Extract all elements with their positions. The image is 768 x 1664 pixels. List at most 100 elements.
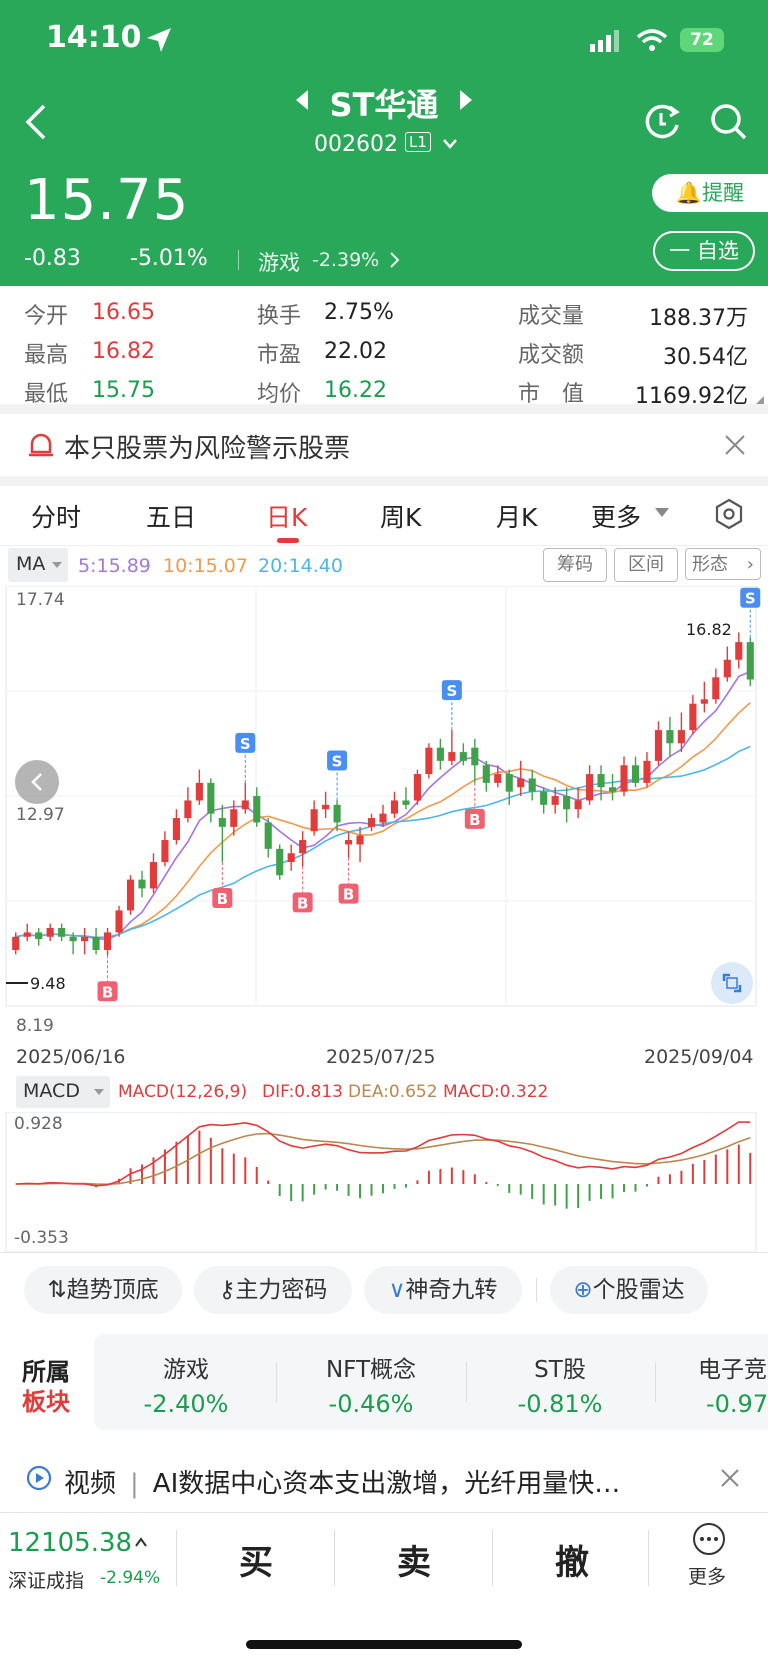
- candle-body: [666, 730, 674, 744]
- candle-body: [172, 818, 180, 841]
- scroll-left-button[interactable]: [15, 760, 59, 804]
- next-stock-icon[interactable]: [458, 90, 472, 110]
- key-icon: ⚷: [218, 1277, 236, 1303]
- cancel-order-button[interactable]: 撤: [512, 1535, 632, 1584]
- battery-indicator: 72: [680, 28, 724, 52]
- macd-selector[interactable]: MACD: [16, 1076, 110, 1108]
- close-icon[interactable]: [724, 434, 746, 456]
- candle-body: [287, 853, 295, 863]
- macd-value: MACD:0.322: [443, 1082, 549, 1102]
- candle-body: [482, 765, 490, 783]
- pe-label: 市盈: [257, 343, 302, 368]
- chips-button[interactable]: 筹码: [543, 548, 607, 582]
- alert-button[interactable]: 🔔提醒: [652, 174, 768, 212]
- tab-intraday[interactable]: 分时: [31, 498, 81, 534]
- sector-item-pct[interactable]: -2.40%: [126, 1390, 246, 1418]
- pe-value: 22.02: [324, 339, 387, 364]
- more-icon[interactable]: [692, 1522, 726, 1556]
- refresh-icon[interactable]: [644, 103, 682, 141]
- tab-daily-k[interactable]: 日K: [266, 498, 307, 534]
- tab-monthly-k[interactable]: 月K: [496, 498, 537, 534]
- turnover-label: 换手: [257, 304, 302, 329]
- candle-body: [551, 796, 559, 805]
- location-arrow-icon: [147, 28, 171, 52]
- candle-body: [367, 818, 376, 827]
- sector-item-pct[interactable]: -0.46%: [306, 1390, 436, 1418]
- price-change-pct: -5.01%: [130, 246, 208, 271]
- macd-y-max: 0.928: [14, 1114, 63, 1134]
- sector-item-pct[interactable]: -0.81%: [500, 1390, 620, 1418]
- caret-up-icon[interactable]: [134, 1536, 148, 1548]
- candle-body: [517, 778, 525, 788]
- header-sector-name[interactable]: 游戏: [258, 247, 300, 277]
- buy-button[interactable]: 买: [196, 1535, 316, 1584]
- trend-top-bottom-button[interactable]: ⇅趋势顶底: [24, 1266, 182, 1314]
- low-value: 15.75: [92, 378, 155, 403]
- candle-body: [746, 642, 754, 680]
- search-icon[interactable]: [710, 103, 748, 141]
- tool-label: 趋势顶底: [66, 1277, 159, 1303]
- main-force-code-button[interactable]: ⚷主力密码: [194, 1266, 352, 1314]
- tab-weekly-k[interactable]: 周K: [380, 498, 421, 534]
- trade-marker-label: S: [332, 752, 343, 770]
- candle-body: [390, 800, 399, 814]
- news-tag: 视频: [64, 1469, 117, 1499]
- candle-body: [654, 730, 663, 761]
- candle-body: [448, 752, 456, 761]
- home-indicator: [246, 1640, 522, 1649]
- chevron-right-icon[interactable]: [389, 251, 401, 269]
- header-sector-pct[interactable]: -2.39%: [312, 249, 379, 271]
- macd-chart[interactable]: [0, 1112, 768, 1254]
- candle-body: [138, 879, 146, 889]
- high-annotation: 16.82: [686, 620, 732, 639]
- kline-chart[interactable]: B B B B B S S S S: [0, 586, 768, 1038]
- candle-body: [161, 840, 169, 863]
- caret-down-icon: [52, 562, 62, 568]
- candle-body: [735, 642, 743, 660]
- watchlist-button[interactable]: 一 自选: [653, 231, 755, 271]
- news-ticker[interactable]: 视频 | AI数据中心资本支出激增，光纤用量快…: [64, 1463, 620, 1500]
- candle-body: [253, 796, 261, 823]
- low-marker-line: [6, 982, 28, 984]
- sector-item-name[interactable]: 游戏: [126, 1350, 246, 1384]
- trade-marker-label: B: [297, 894, 308, 912]
- y-tick-max: 17.74: [16, 590, 65, 610]
- index-name: 深证成指: [8, 1570, 85, 1592]
- tool-label: 神奇九转: [405, 1277, 498, 1303]
- candle-body: [402, 800, 410, 805]
- divider: [466, 1362, 467, 1402]
- tab-more[interactable]: 更多: [591, 498, 641, 534]
- stock-radar-button[interactable]: ⊕个股雷达: [550, 1266, 708, 1314]
- sell-button[interactable]: 卖: [354, 1535, 474, 1584]
- sector-item-name[interactable]: 电子竞: [698, 1350, 768, 1384]
- video-play-icon: [26, 1465, 52, 1491]
- close-icon[interactable]: [720, 1468, 740, 1488]
- range-button[interactable]: 区间: [614, 548, 678, 582]
- chevron-down-icon[interactable]: [442, 138, 458, 150]
- pattern-button[interactable]: 形态 ›: [685, 548, 761, 580]
- ma-selector[interactable]: MA: [8, 548, 68, 582]
- sector-title-2: 板块: [22, 1388, 70, 1416]
- high-label: 最高: [24, 343, 69, 368]
- trade-marker-label: B: [343, 886, 354, 904]
- trade-marker-label: B: [102, 983, 113, 1001]
- tab-five-day[interactable]: 五日: [146, 498, 196, 534]
- risk-warning-bar: 本只股票为风险警示股票: [0, 414, 768, 476]
- settings-icon[interactable]: [714, 498, 744, 530]
- candle-body: [69, 936, 77, 942]
- turnover-value: 2.75%: [324, 300, 394, 325]
- more-label[interactable]: 更多: [688, 1562, 726, 1589]
- candle-body: [207, 782, 215, 814]
- caret-down-icon[interactable]: [655, 508, 669, 518]
- sector-item-pct[interactable]: -0.97: [706, 1390, 768, 1418]
- magic-nine-button[interactable]: ∨神奇九转: [364, 1266, 522, 1314]
- sector-item-name[interactable]: NFT概念: [306, 1350, 436, 1384]
- fullscreen-button[interactable]: [711, 962, 753, 1004]
- level-badge[interactable]: L1: [405, 132, 431, 152]
- x-label-start: 2025/06/16: [16, 1046, 126, 1068]
- sector-item-name[interactable]: ST股: [500, 1350, 620, 1384]
- candle-body: [586, 774, 594, 801]
- index-value[interactable]: 12105.38: [8, 1528, 132, 1558]
- candle-body: [322, 804, 330, 810]
- candle-body: [723, 659, 731, 678]
